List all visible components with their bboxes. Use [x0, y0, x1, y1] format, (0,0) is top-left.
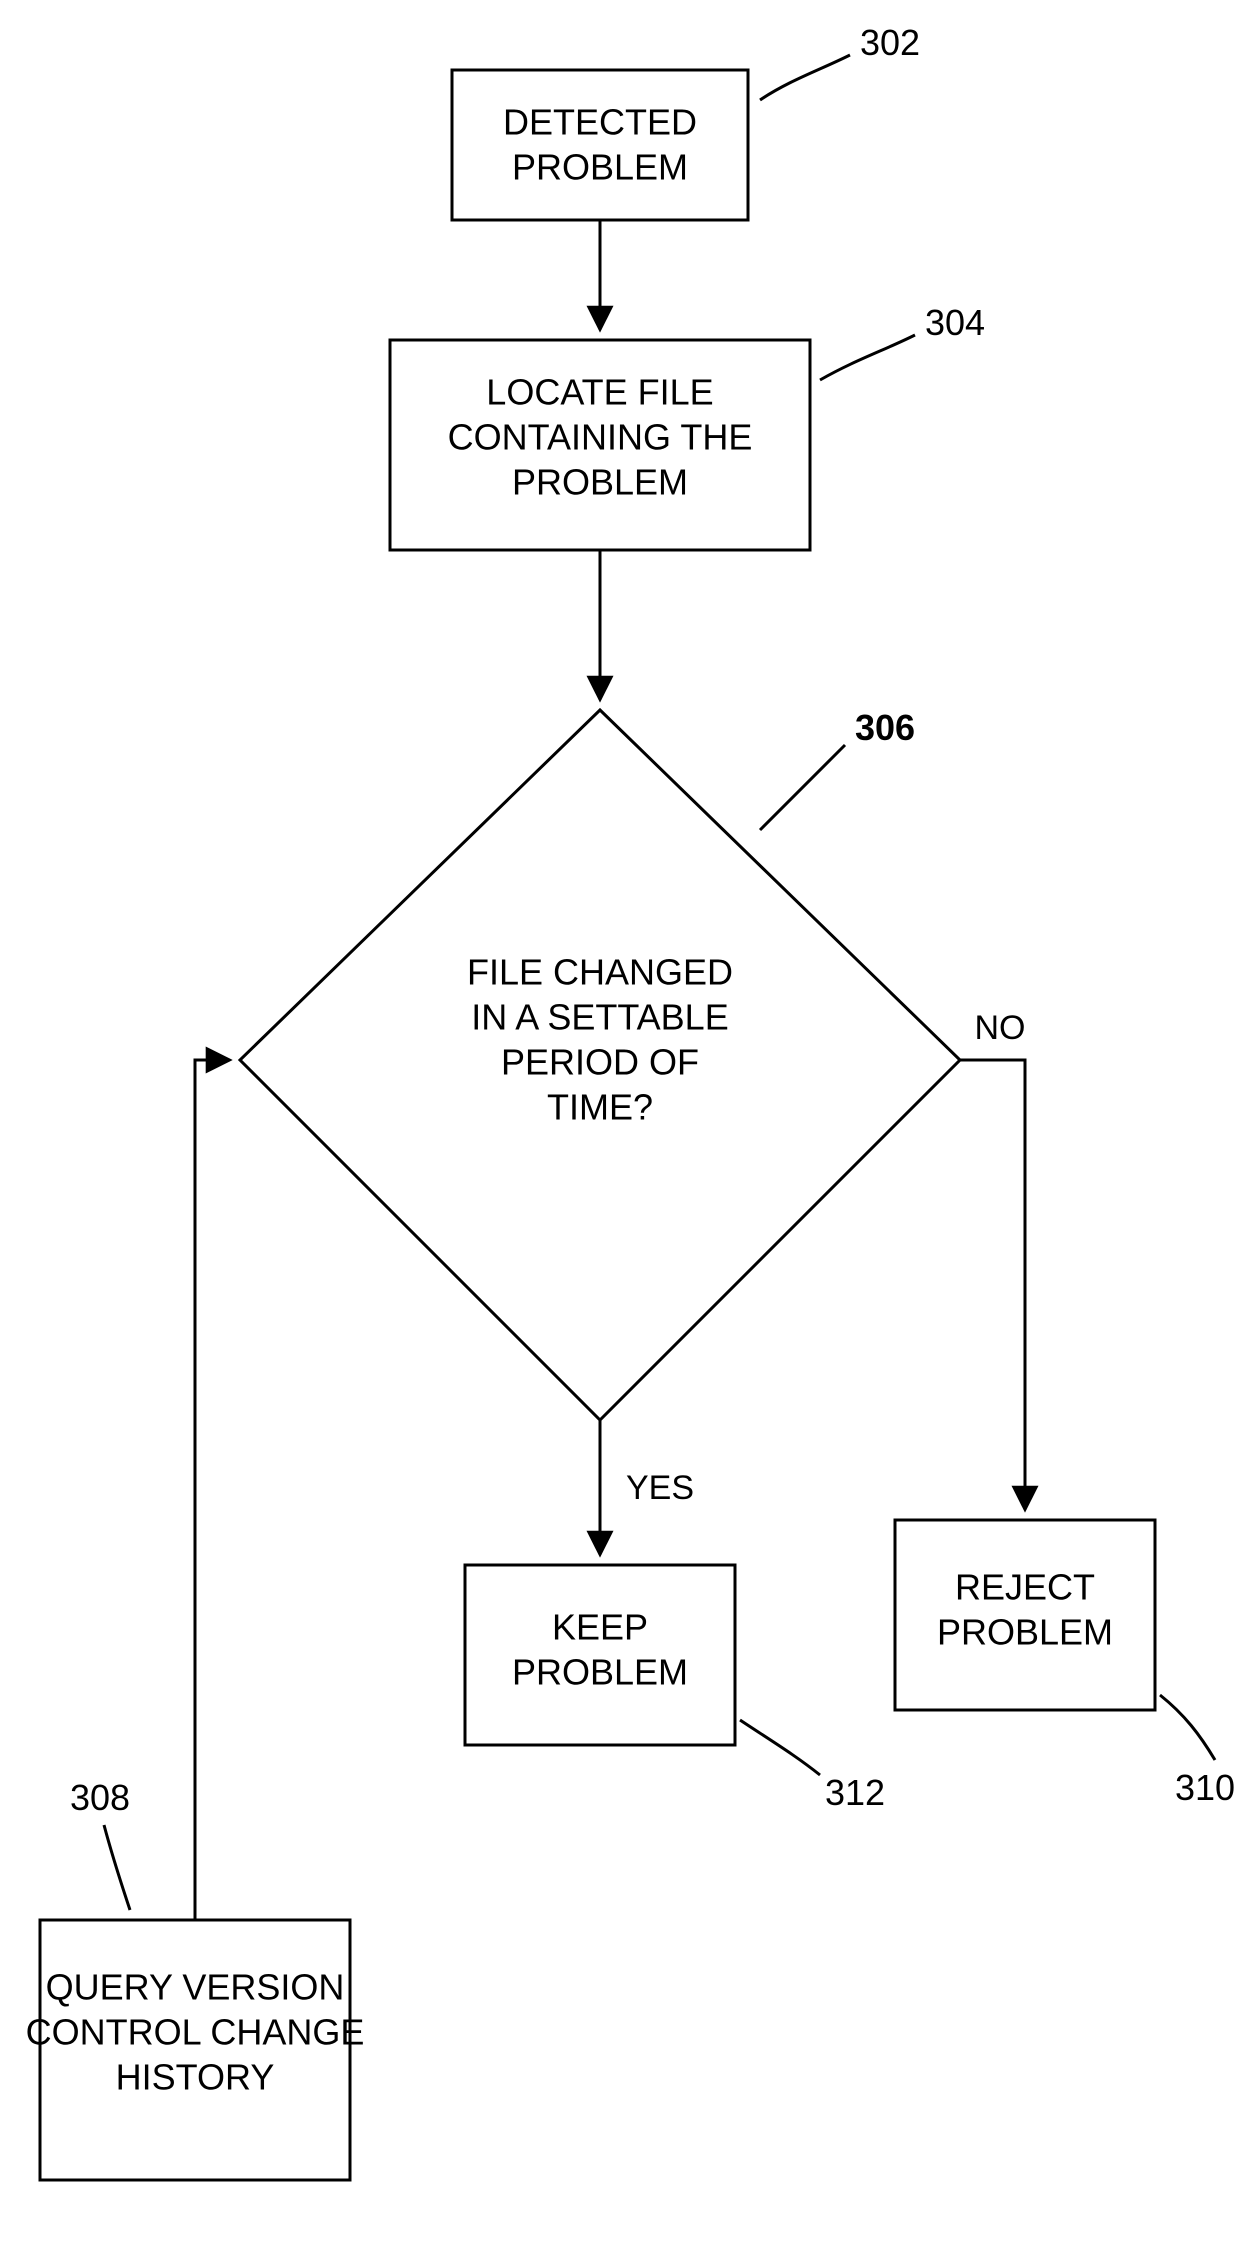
- node-reject-problem: REJECT PROBLEM: [895, 1520, 1155, 1710]
- node-decision-file-changed: FILE CHANGED IN A SETTABLE PERIOD OF TIM…: [240, 710, 960, 1420]
- node-query-version-control: QUERY VERSION CONTROL CHANGE HISTORY: [26, 1920, 365, 2180]
- locate-line3: PROBLEM: [512, 462, 688, 503]
- ref-312: 312: [740, 1720, 885, 1813]
- query-line1: QUERY VERSION: [46, 1967, 345, 2008]
- flowchart: DETECTED PROBLEM 302 LOCATE FILE CONTAIN…: [0, 0, 1240, 2253]
- ref-308: 308: [70, 1777, 130, 1910]
- locate-line2: CONTAINING THE: [448, 417, 753, 458]
- query-line2: CONTROL CHANGE: [26, 2012, 365, 2053]
- svg-text:308: 308: [70, 1777, 130, 1818]
- edge-decision-no: [960, 1060, 1025, 1510]
- edge-label-no: NO: [975, 1009, 1026, 1047]
- svg-text:312: 312: [825, 1772, 885, 1813]
- detected-line1: DETECTED: [503, 102, 697, 143]
- decision-line1: FILE CHANGED: [467, 952, 733, 993]
- ref-310: 310: [1160, 1695, 1235, 1808]
- svg-text:306: 306: [855, 707, 915, 748]
- ref-306: 306: [760, 707, 915, 830]
- svg-text:302: 302: [860, 22, 920, 63]
- query-line3: HISTORY: [116, 2057, 275, 2098]
- decision-line2: IN A SETTABLE: [471, 997, 728, 1038]
- keep-line1: KEEP: [552, 1607, 648, 1648]
- ref-304: 304: [820, 302, 985, 380]
- edge-label-yes: YES: [626, 1469, 694, 1507]
- node-keep-problem: KEEP PROBLEM: [465, 1565, 735, 1745]
- svg-text:304: 304: [925, 302, 985, 343]
- node-locate-file: LOCATE FILE CONTAINING THE PROBLEM: [390, 340, 810, 550]
- edge-query-to-decision: [195, 1060, 230, 1920]
- svg-text:310: 310: [1175, 1767, 1235, 1808]
- reject-line1: REJECT: [955, 1567, 1095, 1608]
- detected-line2: PROBLEM: [512, 147, 688, 188]
- decision-line4: TIME?: [547, 1087, 653, 1128]
- keep-line2: PROBLEM: [512, 1652, 688, 1693]
- decision-line3: PERIOD OF: [501, 1042, 699, 1083]
- ref-302: 302: [760, 22, 920, 100]
- reject-line2: PROBLEM: [937, 1612, 1113, 1653]
- node-detected-problem: DETECTED PROBLEM: [452, 70, 748, 220]
- locate-line1: LOCATE FILE: [486, 372, 713, 413]
